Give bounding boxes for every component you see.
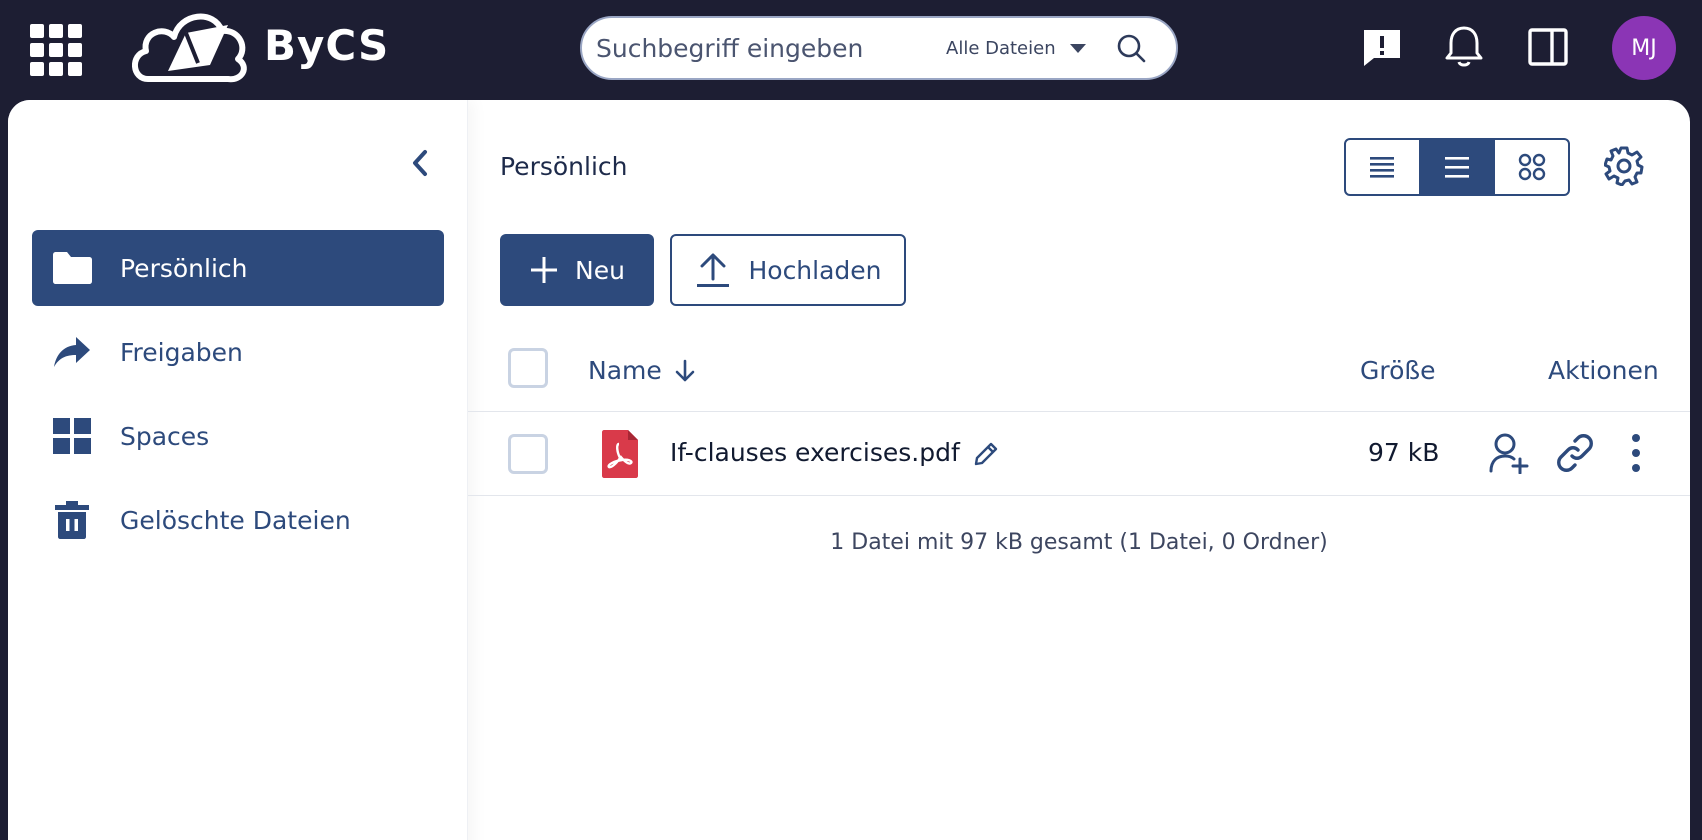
pencil-icon[interactable] bbox=[972, 440, 1000, 468]
new-button[interactable]: Neu bbox=[500, 234, 654, 306]
column-header-actions: Aktionen bbox=[1548, 356, 1659, 385]
gear-icon[interactable] bbox=[1604, 146, 1644, 186]
user-avatar[interactable]: MJ bbox=[1612, 16, 1676, 80]
arrow-down-icon bbox=[675, 359, 695, 381]
file-list-area: Persönlich Neu Hochladen Name Größe Akti… bbox=[468, 100, 1690, 840]
top-bar: ByCS Alle Dateien MJ bbox=[0, 0, 1702, 100]
spaces-grid-icon bbox=[48, 418, 96, 454]
view-compact-button[interactable] bbox=[1346, 140, 1419, 194]
search-icon[interactable] bbox=[1116, 33, 1146, 63]
sidebar-item-label: Gelöschte Dateien bbox=[120, 505, 351, 535]
compact-list-icon bbox=[1370, 157, 1395, 178]
sidebar-item-label: Spaces bbox=[120, 421, 210, 451]
file-size: 97 kB bbox=[1368, 438, 1440, 467]
caret-down-icon bbox=[1069, 43, 1086, 53]
file-name[interactable]: If-clauses exercises.pdf bbox=[670, 438, 960, 467]
app-switcher-icon[interactable] bbox=[30, 24, 82, 76]
search-input[interactable] bbox=[596, 33, 936, 63]
column-header-size[interactable]: Größe bbox=[1360, 356, 1436, 385]
search-scope-dropdown[interactable]: Alle Dateien bbox=[946, 38, 1086, 59]
search-bar: Alle Dateien bbox=[580, 16, 1178, 80]
column-header-name[interactable]: Name bbox=[588, 356, 698, 385]
sidebar-item-freigaben[interactable]: Freigaben bbox=[32, 314, 444, 390]
upload-button-label: Hochladen bbox=[748, 255, 882, 285]
table-row[interactable]: If-clauses exercises.pdf 97 kB bbox=[468, 412, 1690, 496]
select-all-checkbox[interactable] bbox=[508, 348, 548, 388]
tiles-icon bbox=[1518, 153, 1545, 181]
share-user-add-icon[interactable] bbox=[1488, 432, 1530, 474]
breadcrumb[interactable]: Persönlich bbox=[500, 152, 628, 181]
more-vertical-icon[interactable] bbox=[1628, 432, 1644, 474]
feedback-icon[interactable] bbox=[1362, 28, 1402, 68]
side-panel-toggle-icon[interactable] bbox=[1528, 28, 1568, 66]
sidebar-item-label: Persönlich bbox=[120, 253, 248, 283]
pdf-file-icon bbox=[602, 430, 638, 478]
folder-icon bbox=[48, 251, 96, 285]
upload-icon bbox=[697, 253, 730, 287]
file-summary: 1 Datei mit 97 kB gesamt (1 Datei, 0 Ord… bbox=[830, 530, 1328, 555]
sidebar-item-geloeschte-dateien[interactable]: Gelöschte Dateien bbox=[32, 482, 444, 558]
main-panel: Persönlich Freigaben Spaces Gelöschte Da… bbox=[8, 100, 1690, 840]
view-list-button[interactable] bbox=[1418, 140, 1494, 194]
cloud-logo-icon bbox=[132, 13, 247, 83]
sidebar: Persönlich Freigaben Spaces Gelöschte Da… bbox=[8, 100, 468, 840]
chevron-left-icon[interactable] bbox=[408, 148, 432, 178]
logo-text: ByCS bbox=[264, 20, 390, 70]
table-header: Name Größe Aktionen bbox=[468, 326, 1690, 412]
search-scope-label: Alle Dateien bbox=[946, 37, 1056, 59]
row-checkbox[interactable] bbox=[508, 434, 548, 474]
sidebar-item-persoenlich[interactable]: Persönlich bbox=[32, 230, 444, 306]
plus-icon bbox=[531, 257, 558, 283]
sidebar-item-spaces[interactable]: Spaces bbox=[32, 398, 444, 474]
list-icon bbox=[1445, 157, 1469, 178]
logo[interactable]: ByCS bbox=[128, 4, 389, 86]
view-tiles-button[interactable] bbox=[1493, 140, 1568, 194]
link-icon[interactable] bbox=[1554, 432, 1596, 474]
share-icon bbox=[48, 335, 96, 369]
view-mode-switch bbox=[1344, 138, 1570, 196]
sidebar-item-label: Freigaben bbox=[120, 337, 243, 367]
new-button-label: Neu bbox=[575, 255, 625, 285]
upload-button[interactable]: Hochladen bbox=[670, 234, 906, 306]
notification-bell-icon[interactable] bbox=[1444, 24, 1484, 68]
trash-icon bbox=[48, 501, 96, 539]
